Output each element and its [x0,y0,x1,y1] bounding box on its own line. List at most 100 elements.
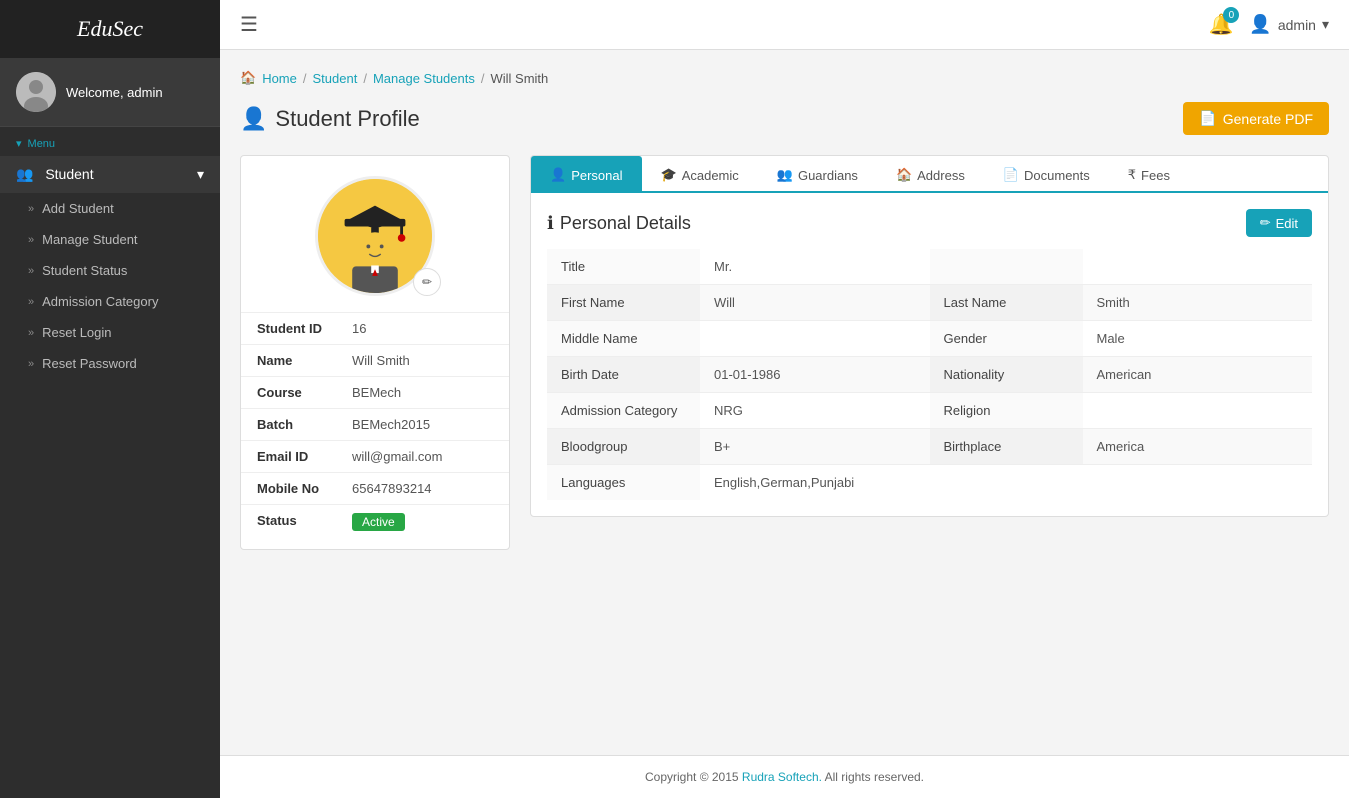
field-value: American [1083,357,1313,393]
sidebar-item-student-status[interactable]: » Student Status [0,255,220,286]
edit-button[interactable]: ✏ Edit [1246,209,1312,237]
breadcrumb: 🏠 Home / Student / Manage Students / Wil… [240,70,1329,86]
mobile-value: 65647893214 [352,481,432,496]
field-value: B+ [700,429,930,465]
student-id-value: 16 [352,321,366,336]
admin-label: admin [1278,17,1316,33]
app-logo: EduSec [0,0,220,58]
personal-details-title-text: Personal Details [560,213,691,234]
tab-guardians[interactable]: 👥 Guardians [758,156,877,193]
info-icon: ℹ [547,213,554,234]
topbar-right: 🔔 0 👤 admin ▾ [1209,12,1330,37]
footer-company-link[interactable]: Rudra Softech. [742,770,822,784]
breadcrumb-home[interactable]: Home [262,71,297,86]
tab-address[interactable]: 🏠 Address [877,156,984,193]
address-tab-label: Address [917,168,965,183]
batch-row: Batch BEMech2015 [241,408,509,440]
status-badge: Active [352,513,405,531]
name-label: Name [257,353,352,368]
field-label: Birth Date [547,357,700,393]
batch-label: Batch [257,417,352,432]
section-chevron-icon: ▾ [197,166,204,183]
arrow-icon: » [28,327,34,339]
student-section[interactable]: 👥 Student ▾ [0,156,220,193]
arrow-icon: » [28,296,34,308]
page-title-icon: 👤 [240,106,267,132]
breadcrumb-current: Will Smith [490,71,548,86]
field-label: Bloodgroup [547,429,700,465]
student-name-row: Name Will Smith [241,344,509,376]
tab-academic[interactable]: 🎓 Academic [642,156,758,193]
status-row: Status Active [241,504,509,539]
documents-tab-icon: 📄 [1003,167,1019,183]
chevron-icon: ▾ [16,137,22,150]
student-area: ✏ Student ID 16 Name Will Smith Course B… [240,155,1329,550]
field-value: NRG [700,393,930,429]
table-row: Admission Category NRG Religion [547,393,1312,429]
user-menu[interactable]: 👤 admin ▾ [1249,14,1329,35]
address-tab-icon: 🏠 [896,167,912,183]
table-row: Title Mr. [547,249,1312,285]
field-label: Title [547,249,700,285]
sidebar-item-label: Add Student [42,201,114,216]
field-label: Religion [930,393,1083,429]
tab-fees[interactable]: ₹ Fees [1109,156,1189,193]
field-label: Last Name [930,285,1083,321]
batch-value: BEMech2015 [352,417,430,432]
welcome-text: Welcome, admin [66,85,163,100]
field-value [1083,393,1313,429]
email-value: will@gmail.com [352,449,443,464]
edit-photo-button[interactable]: ✏ [413,268,441,296]
table-row: Bloodgroup B+ Birthplace America [547,429,1312,465]
home-icon: 🏠 [240,70,256,86]
generate-pdf-button[interactable]: 📄 Generate PDF [1183,102,1329,135]
name-value: Will Smith [352,353,410,368]
student-photo-container: ✏ [241,176,509,296]
breadcrumb-student[interactable]: Student [313,71,358,86]
personal-details-title: ℹ Personal Details [547,213,691,234]
field-label [930,249,1083,285]
edit-button-label: Edit [1276,216,1298,231]
mobile-row: Mobile No 65647893214 [241,472,509,504]
page-title-text: Student Profile [275,106,419,132]
breadcrumb-manage-students[interactable]: Manage Students [373,71,475,86]
field-label: Admission Category [547,393,700,429]
course-row: Course BEMech [241,376,509,408]
sidebar-item-add-student[interactable]: » Add Student [0,193,220,224]
course-label: Course [257,385,352,400]
email-row: Email ID will@gmail.com [241,440,509,472]
table-row: Languages English,German,Punjabi [547,465,1312,501]
generate-pdf-label: Generate PDF [1223,111,1313,127]
personal-details-table: Title Mr. First Name Will Last Name Smit… [547,249,1312,500]
avatar [16,72,56,112]
tab-documents[interactable]: 📄 Documents [984,156,1109,193]
sidebar-item-manage-student[interactable]: » Manage Student [0,224,220,255]
tab-personal[interactable]: 👤 Personal [531,156,642,193]
fees-tab-icon: ₹ [1128,167,1136,183]
field-value: Mr. [700,249,930,285]
sidebar-item-reset-password[interactable]: » Reset Password [0,348,220,379]
tab-content: ℹ Personal Details ✏ Edit Title Mr. [531,193,1328,516]
academic-tab-label: Academic [682,168,739,183]
status-label: Status [257,513,352,531]
hamburger-icon[interactable]: ☰ [240,12,258,37]
sidebar-item-admission-category[interactable]: » Admission Category [0,286,220,317]
course-value: BEMech [352,385,401,400]
personal-tab-icon: 👤 [550,167,566,183]
field-value: Will [700,285,930,321]
breadcrumb-sep: / [481,71,485,86]
user-chevron-icon: ▾ [1322,16,1329,33]
sidebar-item-label: Student Status [42,263,127,278]
arrow-icon: » [28,203,34,215]
field-value: English,German,Punjabi [700,465,1312,501]
page-title: 👤 Student Profile [240,106,420,132]
sidebar-item-label: Admission Category [42,294,158,309]
field-label: Birthplace [930,429,1083,465]
topbar-left: ☰ [240,12,258,37]
notification-bell[interactable]: 🔔 0 [1209,12,1234,37]
arrow-icon: » [28,265,34,277]
field-label: Gender [930,321,1083,357]
edit-button-icon: ✏ [1260,215,1271,231]
sidebar-item-reset-login[interactable]: » Reset Login [0,317,220,348]
breadcrumb-sep: / [363,71,367,86]
